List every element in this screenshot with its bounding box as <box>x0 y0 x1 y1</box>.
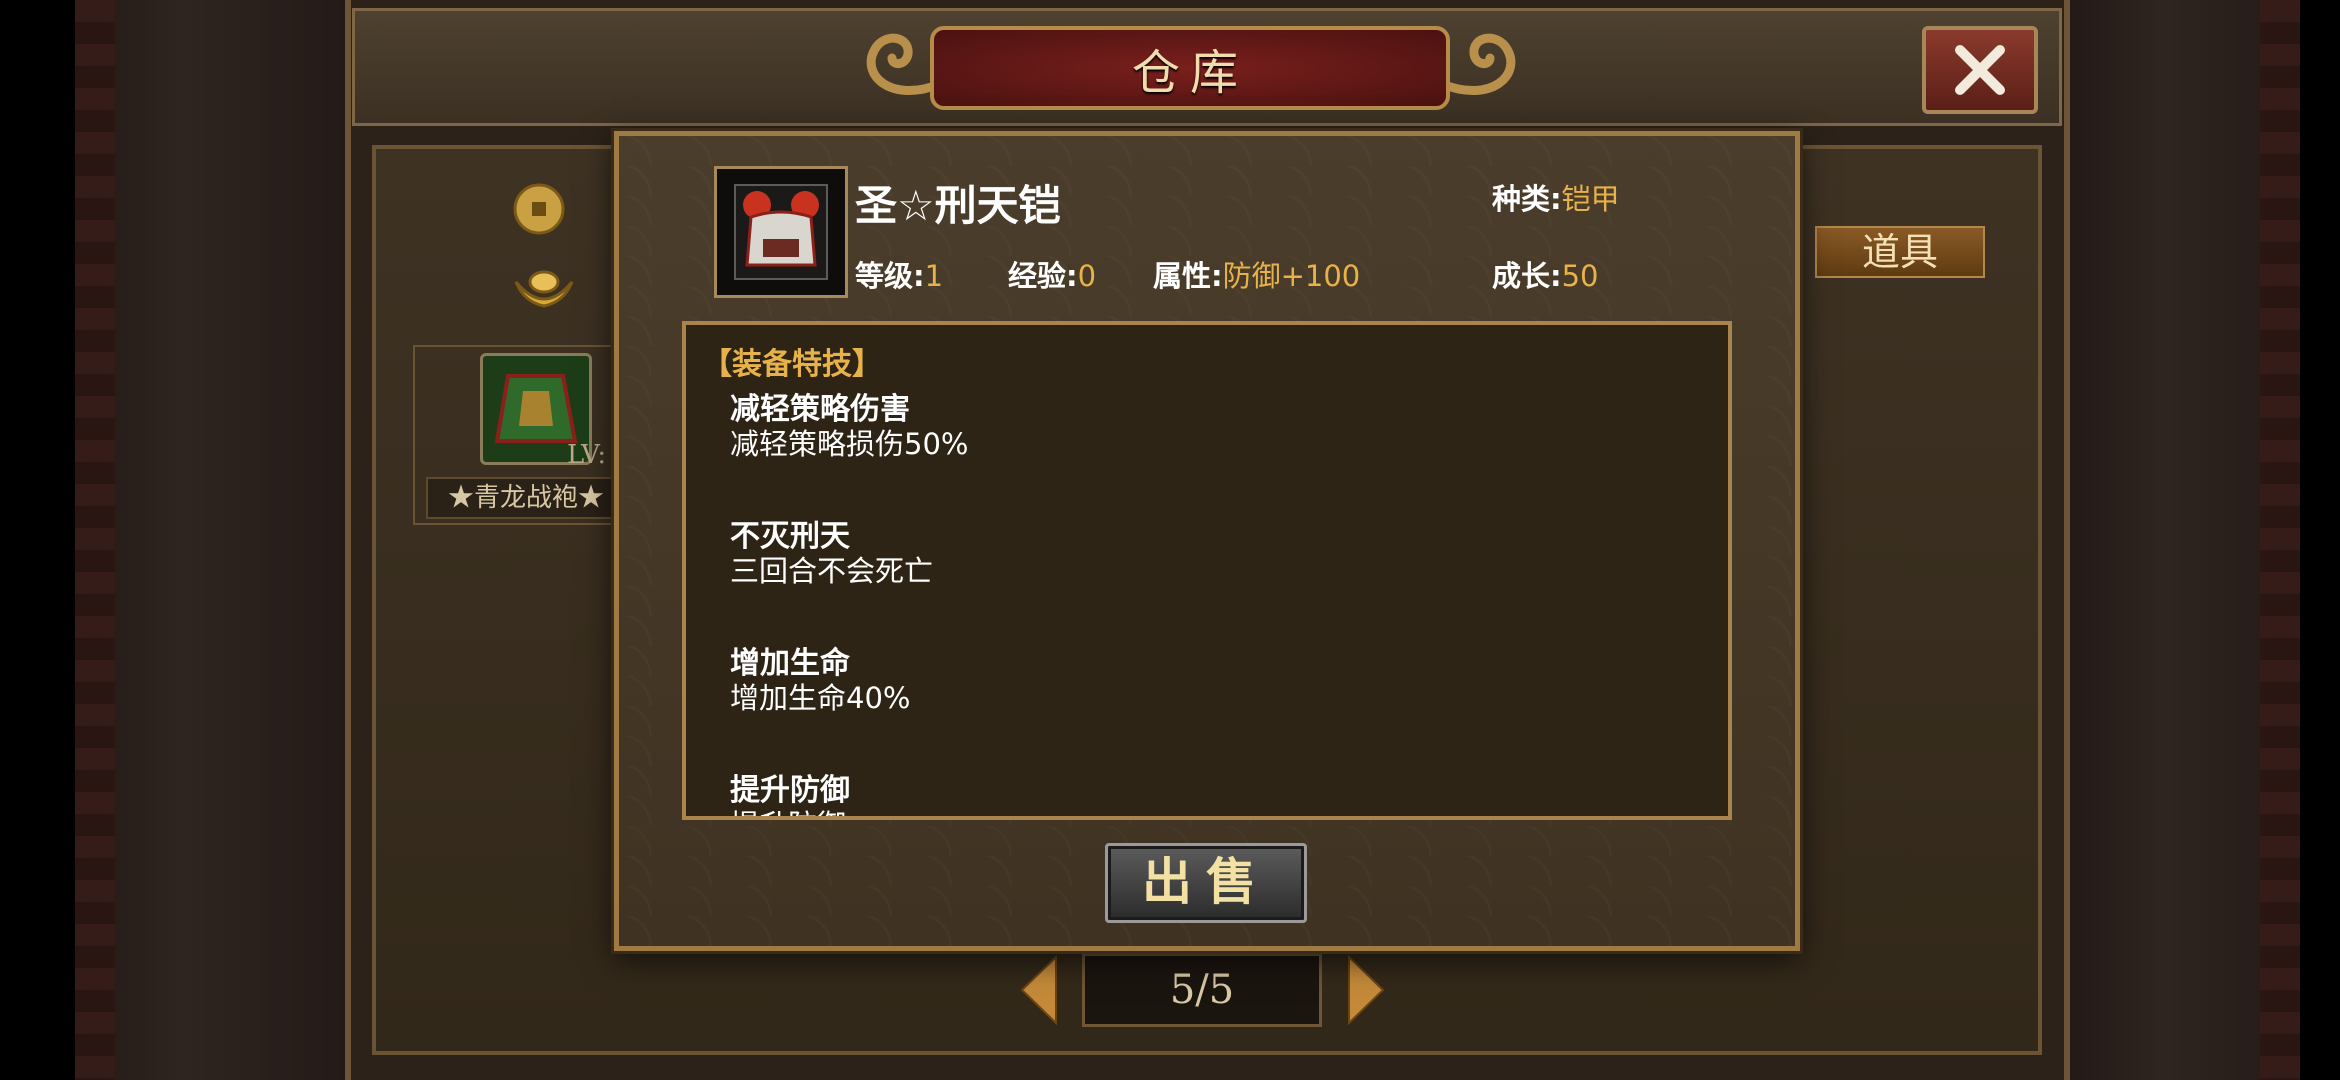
window-title-plaque: 仓库 <box>930 26 1450 110</box>
ingot-icon[interactable] <box>512 262 576 314</box>
equipment-image <box>714 166 848 298</box>
category-stat: 种类:铠甲 <box>1492 176 1620 218</box>
skill-item: 提升防御 提升防御 <box>730 773 850 817</box>
coin-icon[interactable] <box>512 182 566 236</box>
left-letterbox <box>0 0 75 1080</box>
skill-description: 三回合不会死亡 <box>730 554 934 588</box>
close-button[interactable] <box>1922 26 2038 114</box>
tab-items[interactable]: 道具 <box>1815 226 1985 278</box>
close-icon <box>1955 45 2005 95</box>
skill-name: 提升防御 <box>730 773 850 808</box>
exp-value: 0 <box>1077 259 1097 293</box>
attribute-stat: 属性:防御+100 <box>1153 253 1360 295</box>
slot-item-name: ★青龙战袍★ <box>426 477 623 519</box>
skill-item: 减轻策略伤害 减轻策略损伤50% <box>730 392 969 462</box>
level-stat: 等级:1 <box>855 253 943 295</box>
skill-name: 增加生命 <box>730 646 850 681</box>
exp-label: 经验: <box>1008 259 1078 293</box>
decorative-strip-right <box>2260 0 2300 1080</box>
next-page-icon[interactable] <box>1345 955 1387 1025</box>
right-letterbox <box>2300 0 2340 1080</box>
level-label: 等级: <box>855 259 925 293</box>
decorative-strip-left <box>75 0 115 1080</box>
background-right-panel <box>2070 0 2300 1080</box>
background-left-panel <box>75 0 345 1080</box>
growth-label: 成长: <box>1492 259 1562 293</box>
skill-item: 不灭刑天 三回合不会死亡 <box>730 519 934 589</box>
category-value: 铠甲 <box>1561 182 1620 216</box>
skill-name: 减轻策略伤害 <box>730 392 910 427</box>
level-value: 1 <box>924 259 944 293</box>
armor-icon <box>734 184 828 280</box>
skills-title: 【装备特技】 <box>702 347 882 382</box>
sell-button[interactable]: 出售 <box>1105 843 1307 923</box>
skill-item: 增加生命 增加生命40% <box>730 646 911 716</box>
growth-value: 50 <box>1561 259 1599 293</box>
attribute-value: 防御+100 <box>1222 259 1361 293</box>
skill-description: 减轻策略损伤50% <box>730 427 969 461</box>
page-indicator: 5/5 <box>1082 953 1322 1027</box>
skills-panel[interactable]: 【装备特技】 减轻策略伤害 减轻策略损伤50% 不灭刑天 三回合不会死亡 增加生… <box>682 321 1732 820</box>
previous-page-icon[interactable] <box>1018 955 1060 1025</box>
slot-level: LV: <box>567 440 607 470</box>
window-title: 仓库 <box>1131 45 1248 101</box>
attribute-label: 属性: <box>1153 259 1223 293</box>
growth-stat: 成长:50 <box>1492 253 1599 295</box>
exp-stat: 经验:0 <box>1008 253 1096 295</box>
category-label: 种类: <box>1492 182 1562 216</box>
skill-description: 提升防御 <box>730 808 850 816</box>
item-name: 圣☆刑天铠 <box>855 181 1061 230</box>
skill-name: 不灭刑天 <box>730 519 850 554</box>
skill-description: 增加生命40% <box>730 681 911 715</box>
